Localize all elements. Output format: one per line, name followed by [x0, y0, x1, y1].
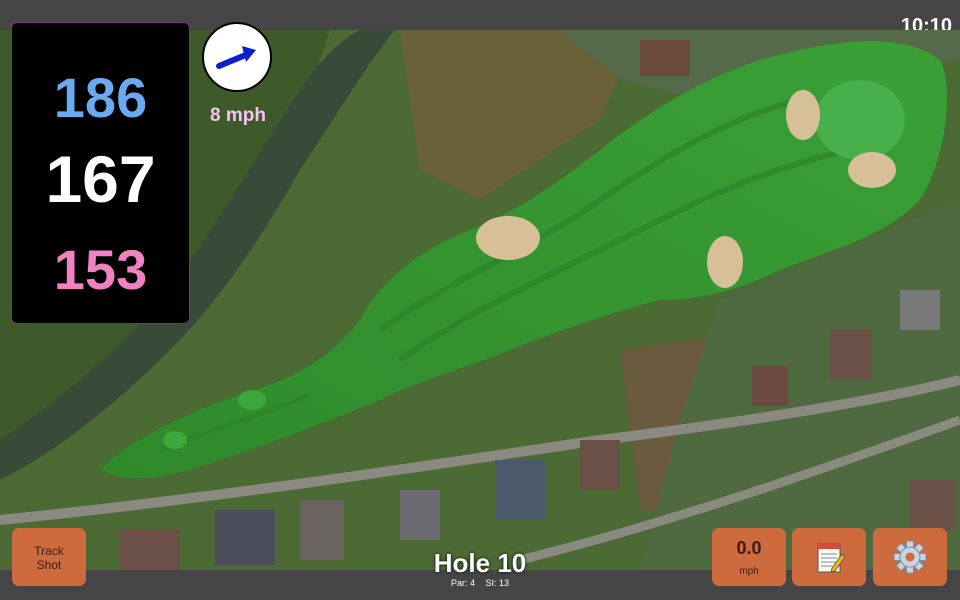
speed-unit: mph	[739, 566, 759, 577]
hole-par: Par: 4	[450, 578, 475, 588]
track-shot-label-line2: Shot	[36, 558, 62, 572]
center-distance: 167	[45, 142, 156, 216]
notes-button[interactable]	[792, 528, 866, 586]
wind-indicator	[202, 22, 272, 92]
front-distance: 153	[53, 238, 148, 301]
speed-button[interactable]: 0.0 mph	[712, 528, 786, 586]
distance-panel: 186 167 153	[11, 22, 190, 324]
hole-meta: Par: 4 SI: 13	[380, 578, 580, 588]
gear-icon	[893, 540, 927, 574]
notepad-icon	[817, 543, 846, 573]
hole-title: Hole 10	[433, 548, 527, 578]
settings-button[interactable]	[873, 528, 947, 586]
back-distance: 186	[53, 66, 148, 129]
speed-value: 0.0	[736, 538, 762, 558]
wind-speed: 8 mph	[210, 105, 266, 126]
arrow-right-up-icon	[216, 46, 256, 69]
track-shot-button[interactable]: Track Shot	[12, 528, 86, 586]
hole-stroke-index: SI: 13	[485, 578, 510, 588]
track-shot-label-line1: Track	[34, 544, 64, 558]
